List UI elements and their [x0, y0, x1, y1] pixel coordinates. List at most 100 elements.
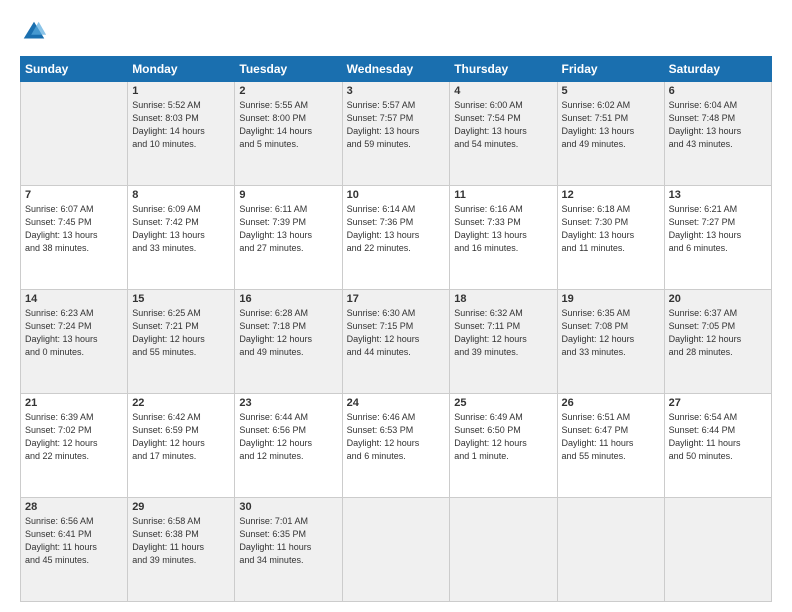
calendar-week-row: 28Sunrise: 6:56 AM Sunset: 6:41 PM Dayli… [21, 498, 772, 602]
calendar-cell: 24 Sunrise: 6:46 AM Sunset: 6:53 PM Dayli… [342, 394, 450, 498]
day-info: Sunrise: 6:37 AM Sunset: 7:05 PM Dayligh… [669, 307, 767, 359]
day-number: 11 [454, 189, 552, 201]
day-number: 15 [132, 293, 230, 305]
day-info: Sunrise: 6:58 AM Sunset: 6:38 PM Dayligh… [132, 515, 230, 567]
day-info: Sunrise: 6:46 AM Sunset: 6:53 PM Dayligh… [347, 411, 446, 463]
calendar-cell [557, 498, 664, 602]
day-info: Sunrise: 6:07 AM Sunset: 7:45 PM Dayligh… [25, 203, 123, 255]
day-number: 23 [239, 397, 337, 409]
day-number: 30 [239, 501, 337, 513]
day-info: Sunrise: 6:04 AM Sunset: 7:48 PM Dayligh… [669, 99, 767, 151]
calendar-cell [450, 498, 557, 602]
day-number: 3 [347, 85, 446, 97]
day-info: Sunrise: 6:42 AM Sunset: 6:59 PM Dayligh… [132, 411, 230, 463]
day-number: 26 [562, 397, 660, 409]
calendar-header-saturday: Saturday [664, 57, 771, 82]
calendar-cell: 2 Sunrise: 5:55 AM Sunset: 8:00 PM Daylig… [235, 82, 342, 186]
day-number: 14 [25, 293, 123, 305]
day-number: 10 [347, 189, 446, 201]
calendar-cell: 14 Sunrise: 6:23 AM Sunset: 7:24 PM Dayli… [21, 290, 128, 394]
calendar-cell: 11Sunrise: 6:16 AM Sunset: 7:33 PM Dayli… [450, 186, 557, 290]
day-number: 8 [132, 189, 230, 201]
day-number: 6 [669, 85, 767, 97]
calendar-table: SundayMondayTuesdayWednesdayThursdayFrid… [20, 56, 772, 602]
day-info: Sunrise: 6:23 AM Sunset: 7:24 PM Dayligh… [25, 307, 123, 359]
calendar-cell: 29 Sunrise: 6:58 AM Sunset: 6:38 PM Dayli… [128, 498, 235, 602]
day-number: 28 [25, 501, 123, 513]
header [20, 18, 772, 46]
calendar-cell: 17 Sunrise: 6:30 AM Sunset: 7:15 PM Dayli… [342, 290, 450, 394]
day-number: 24 [347, 397, 446, 409]
calendar-week-row: 1 Sunrise: 5:52 AM Sunset: 8:03 PM Daylig… [21, 82, 772, 186]
day-number: 18 [454, 293, 552, 305]
day-info: Sunrise: 6:32 AM Sunset: 7:11 PM Dayligh… [454, 307, 552, 359]
calendar-cell: 5 Sunrise: 6:02 AM Sunset: 7:51 PM Daylig… [557, 82, 664, 186]
day-number: 27 [669, 397, 767, 409]
day-info: Sunrise: 6:00 AM Sunset: 7:54 PM Dayligh… [454, 99, 552, 151]
day-info: Sunrise: 6:30 AM Sunset: 7:15 PM Dayligh… [347, 307, 446, 359]
calendar-week-row: 7 Sunrise: 6:07 AM Sunset: 7:45 PM Daylig… [21, 186, 772, 290]
calendar-cell: 6 Sunrise: 6:04 AM Sunset: 7:48 PM Daylig… [664, 82, 771, 186]
calendar-header-friday: Friday [557, 57, 664, 82]
calendar-cell: 18 Sunrise: 6:32 AM Sunset: 7:11 PM Dayli… [450, 290, 557, 394]
day-number: 22 [132, 397, 230, 409]
calendar-cell: 7 Sunrise: 6:07 AM Sunset: 7:45 PM Daylig… [21, 186, 128, 290]
day-number: 1 [132, 85, 230, 97]
calendar-cell: 28Sunrise: 6:56 AM Sunset: 6:41 PM Dayli… [21, 498, 128, 602]
calendar-cell: 25 Sunrise: 6:49 AM Sunset: 6:50 PM Dayli… [450, 394, 557, 498]
day-number: 19 [562, 293, 660, 305]
calendar-cell: 27 Sunrise: 6:54 AM Sunset: 6:44 PM Dayli… [664, 394, 771, 498]
calendar-cell: 19 Sunrise: 6:35 AM Sunset: 7:08 PM Dayli… [557, 290, 664, 394]
calendar-cell [21, 82, 128, 186]
day-number: 17 [347, 293, 446, 305]
calendar-cell: 4 Sunrise: 6:00 AM Sunset: 7:54 PM Daylig… [450, 82, 557, 186]
calendar-header-row: SundayMondayTuesdayWednesdayThursdayFrid… [21, 57, 772, 82]
day-info: Sunrise: 6:09 AM Sunset: 7:42 PM Dayligh… [132, 203, 230, 255]
calendar-cell: 8 Sunrise: 6:09 AM Sunset: 7:42 PM Daylig… [128, 186, 235, 290]
day-info: Sunrise: 7:01 AM Sunset: 6:35 PM Dayligh… [239, 515, 337, 567]
day-info: Sunrise: 6:14 AM Sunset: 7:36 PM Dayligh… [347, 203, 446, 255]
day-info: Sunrise: 6:28 AM Sunset: 7:18 PM Dayligh… [239, 307, 337, 359]
day-info: Sunrise: 6:35 AM Sunset: 7:08 PM Dayligh… [562, 307, 660, 359]
day-number: 7 [25, 189, 123, 201]
calendar-cell: 13 Sunrise: 6:21 AM Sunset: 7:27 PM Dayli… [664, 186, 771, 290]
calendar-header-tuesday: Tuesday [235, 57, 342, 82]
day-number: 29 [132, 501, 230, 513]
day-info: Sunrise: 5:57 AM Sunset: 7:57 PM Dayligh… [347, 99, 446, 151]
calendar-cell: 15 Sunrise: 6:25 AM Sunset: 7:21 PM Dayli… [128, 290, 235, 394]
day-info: Sunrise: 6:54 AM Sunset: 6:44 PM Dayligh… [669, 411, 767, 463]
day-info: Sunrise: 6:02 AM Sunset: 7:51 PM Dayligh… [562, 99, 660, 151]
day-number: 16 [239, 293, 337, 305]
calendar-header-sunday: Sunday [21, 57, 128, 82]
calendar-cell: 3 Sunrise: 5:57 AM Sunset: 7:57 PM Daylig… [342, 82, 450, 186]
calendar-cell: 23 Sunrise: 6:44 AM Sunset: 6:56 PM Dayli… [235, 394, 342, 498]
calendar-header-thursday: Thursday [450, 57, 557, 82]
day-number: 4 [454, 85, 552, 97]
day-info: Sunrise: 6:39 AM Sunset: 7:02 PM Dayligh… [25, 411, 123, 463]
day-info: Sunrise: 5:52 AM Sunset: 8:03 PM Dayligh… [132, 99, 230, 151]
day-number: 21 [25, 397, 123, 409]
logo-icon [20, 18, 48, 46]
calendar-cell: 22 Sunrise: 6:42 AM Sunset: 6:59 PM Dayli… [128, 394, 235, 498]
day-number: 12 [562, 189, 660, 201]
calendar-cell: 16 Sunrise: 6:28 AM Sunset: 7:18 PM Dayli… [235, 290, 342, 394]
calendar-header-wednesday: Wednesday [342, 57, 450, 82]
calendar-week-row: 21 Sunrise: 6:39 AM Sunset: 7:02 PM Dayli… [21, 394, 772, 498]
day-number: 9 [239, 189, 337, 201]
day-info: Sunrise: 6:25 AM Sunset: 7:21 PM Dayligh… [132, 307, 230, 359]
day-info: Sunrise: 6:51 AM Sunset: 6:47 PM Dayligh… [562, 411, 660, 463]
logo [20, 18, 52, 46]
day-number: 2 [239, 85, 337, 97]
day-info: Sunrise: 6:49 AM Sunset: 6:50 PM Dayligh… [454, 411, 552, 463]
day-number: 25 [454, 397, 552, 409]
calendar-cell: 1 Sunrise: 5:52 AM Sunset: 8:03 PM Daylig… [128, 82, 235, 186]
calendar-cell: 21 Sunrise: 6:39 AM Sunset: 7:02 PM Dayli… [21, 394, 128, 498]
day-number: 5 [562, 85, 660, 97]
day-info: Sunrise: 6:44 AM Sunset: 6:56 PM Dayligh… [239, 411, 337, 463]
day-number: 13 [669, 189, 767, 201]
day-info: Sunrise: 5:55 AM Sunset: 8:00 PM Dayligh… [239, 99, 337, 151]
calendar-cell [664, 498, 771, 602]
calendar-cell: 12Sunrise: 6:18 AM Sunset: 7:30 PM Dayli… [557, 186, 664, 290]
day-info: Sunrise: 6:21 AM Sunset: 7:27 PM Dayligh… [669, 203, 767, 255]
calendar-cell: 10 Sunrise: 6:14 AM Sunset: 7:36 PM Dayli… [342, 186, 450, 290]
